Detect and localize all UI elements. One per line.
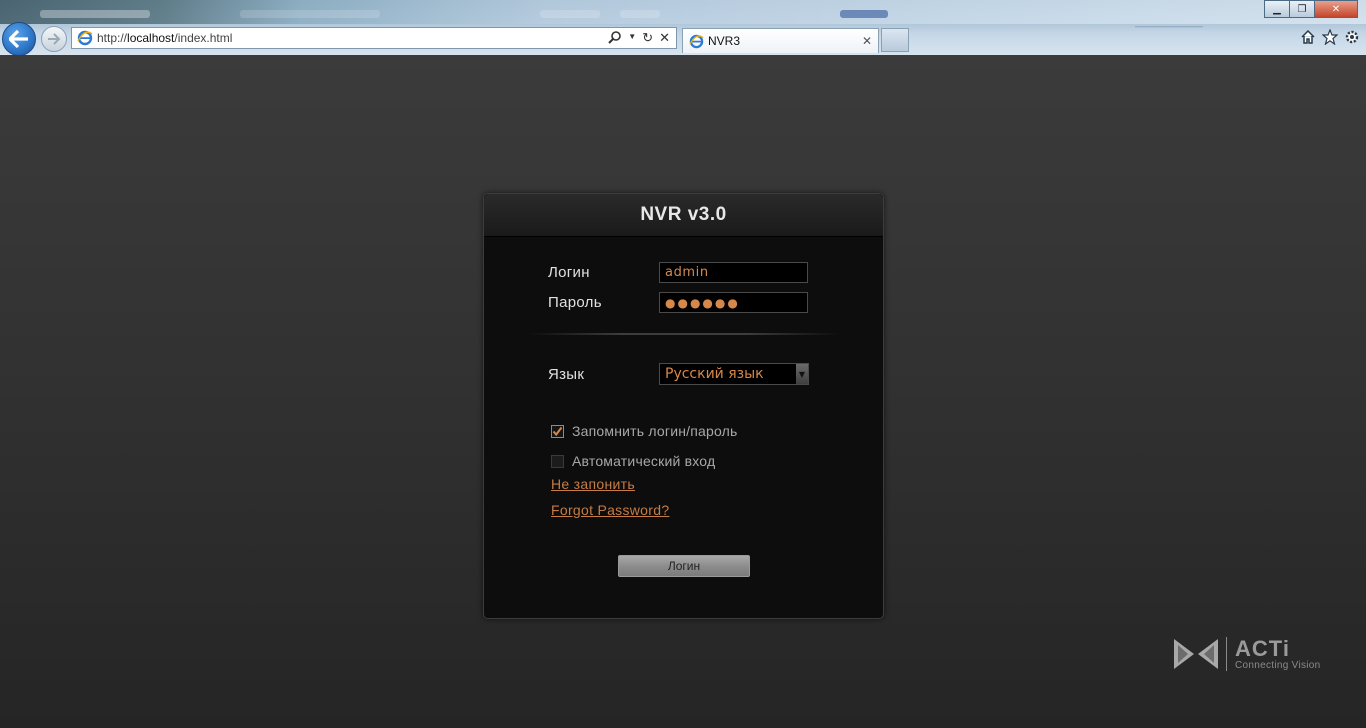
stop-icon[interactable]: ✕ bbox=[659, 30, 670, 46]
forget-credentials-link[interactable]: Не запонить bbox=[551, 476, 635, 492]
restore-button[interactable]: ❐ bbox=[1289, 0, 1315, 18]
username-label: Логин bbox=[548, 264, 590, 281]
checkmark-icon bbox=[552, 426, 563, 436]
address-tools: ▼ ↻ ✕ bbox=[608, 30, 670, 46]
favorites-icon[interactable] bbox=[1322, 29, 1338, 45]
remember-checkbox[interactable] bbox=[551, 424, 564, 438]
blurred-search-field: ▔▔▔▔▔▔▔▔ bbox=[1135, 27, 1203, 39]
acti-logo-icon bbox=[1174, 639, 1218, 669]
address-bar[interactable]: http://localhost/index.html ▼ ↻ ✕ bbox=[71, 27, 677, 49]
username-row: Логин admin bbox=[548, 262, 808, 283]
minimize-button[interactable]: ▁ bbox=[1264, 0, 1290, 18]
tab-close-icon[interactable]: ✕ bbox=[862, 34, 872, 48]
brand-tagline: Connecting Vision bbox=[1235, 659, 1321, 671]
language-row: Язык Русский язык ▼ bbox=[548, 363, 809, 385]
tab-title: NVR3 bbox=[708, 34, 741, 48]
back-button[interactable] bbox=[2, 22, 36, 55]
language-select-value: Русский язык bbox=[665, 366, 764, 382]
back-arrow-icon bbox=[9, 30, 28, 48]
new-tab-button[interactable] bbox=[881, 28, 909, 52]
remember-label: Запомнить логин/пароль bbox=[572, 423, 738, 439]
autologin-checkbox-row[interactable]: Автоматический вход bbox=[551, 453, 715, 469]
autologin-checkbox[interactable] bbox=[551, 454, 564, 468]
divider bbox=[528, 333, 840, 335]
acti-brand: ACTi Connecting Vision bbox=[1172, 636, 1321, 672]
forward-button[interactable] bbox=[41, 26, 67, 52]
autologin-label: Автоматический вход bbox=[572, 453, 716, 469]
login-dialog: NVR v3.0 Логин admin Пароль ●●●●●● Язык … bbox=[483, 193, 884, 619]
forward-arrow-icon bbox=[48, 33, 61, 45]
refresh-icon[interactable]: ↻ bbox=[642, 30, 653, 46]
login-button[interactable]: Логин bbox=[618, 555, 750, 577]
blurred-title-text bbox=[840, 10, 888, 18]
tab-nvr3[interactable]: NVR3 ✕ bbox=[682, 28, 879, 53]
blurred-title-text bbox=[240, 10, 380, 18]
remember-checkbox-row[interactable]: Запомнить логин/пароль bbox=[551, 423, 738, 439]
brand-text: ACTi Connecting Vision bbox=[1235, 635, 1321, 671]
ie-icon bbox=[689, 34, 704, 48]
blurred-title-text bbox=[540, 10, 600, 18]
username-field[interactable]: admin bbox=[659, 262, 808, 283]
language-select[interactable]: Русский язык ▼ bbox=[659, 363, 809, 385]
blurred-title-text bbox=[40, 10, 150, 18]
search-icon[interactable] bbox=[608, 30, 622, 44]
search-dropdown-icon[interactable]: ▼ bbox=[628, 30, 636, 46]
password-label: Пароль bbox=[548, 294, 602, 311]
blurred-title-text bbox=[620, 10, 660, 18]
brand-name: ACTi bbox=[1235, 635, 1290, 661]
dialog-title: NVR v3.0 bbox=[484, 194, 883, 237]
home-icon[interactable] bbox=[1300, 29, 1316, 45]
password-field[interactable]: ●●●●●● bbox=[659, 292, 808, 313]
dropdown-arrow-icon[interactable]: ▼ bbox=[796, 364, 808, 384]
ie-icon bbox=[77, 30, 93, 46]
address-url: http://localhost/index.html bbox=[97, 31, 233, 45]
settings-icon[interactable] bbox=[1344, 29, 1360, 45]
forgot-password-link[interactable]: Forgot Password? bbox=[551, 502, 669, 518]
brand-separator bbox=[1226, 637, 1227, 671]
close-window-button[interactable]: ✕ bbox=[1314, 0, 1358, 18]
browser-toolbar-right bbox=[1300, 29, 1360, 45]
password-row: Пароль ●●●●●● bbox=[548, 292, 808, 313]
window-controls: ▁ ❐ ✕ bbox=[1264, 0, 1358, 18]
title-bar bbox=[0, 0, 1366, 24]
language-label: Язык bbox=[548, 365, 585, 383]
page-body: NVR v3.0 Логин admin Пароль ●●●●●● Язык … bbox=[0, 55, 1366, 728]
browser-chrome: http://localhost/index.html ▼ ↻ ✕ NVR3 ✕… bbox=[0, 0, 1366, 55]
